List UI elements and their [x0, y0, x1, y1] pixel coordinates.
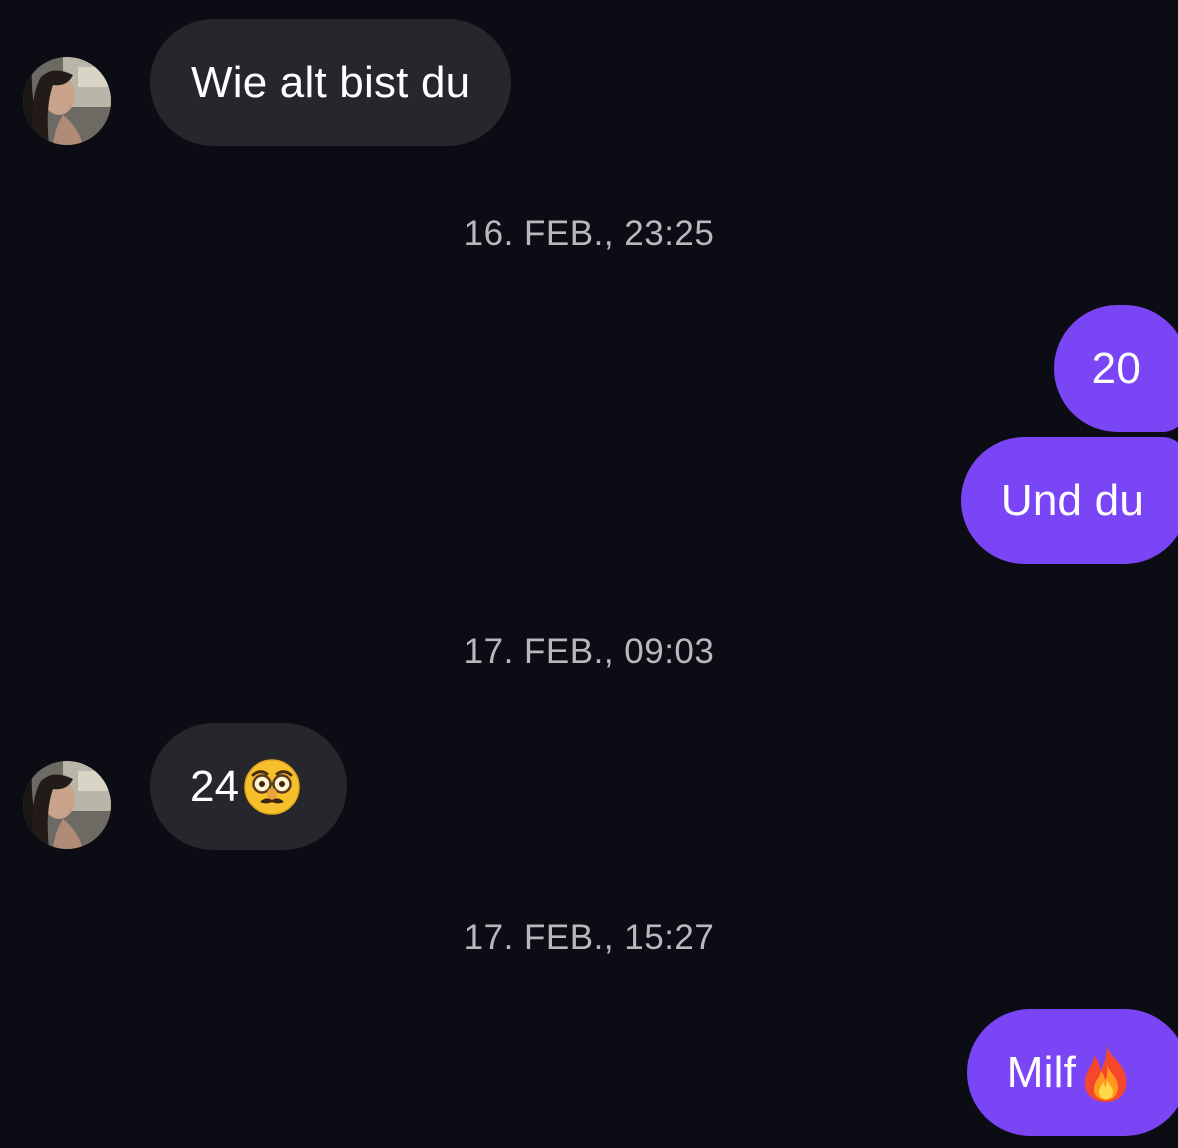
disguised-face-icon: [243, 758, 301, 816]
message-text: Milf: [1006, 1047, 1076, 1097]
contact-avatar[interactable]: [23, 57, 111, 145]
incoming-message-bubble[interactable]: 24: [150, 723, 348, 850]
message-text: 24: [190, 761, 240, 811]
timestamp: 17. FEB., 15:27: [463, 918, 715, 957]
avatar-photo: [23, 57, 111, 145]
outgoing-message-bubble[interactable]: Milf: [966, 1009, 1178, 1136]
message-text: 20: [1091, 343, 1141, 393]
outgoing-message-bubble[interactable]: 20: [1053, 305, 1178, 432]
outgoing-message-bubble[interactable]: Und du: [960, 437, 1178, 564]
message-text: Wie alt bist du: [191, 57, 471, 107]
avatar-photo: [23, 761, 111, 849]
message-text: Und du: [1000, 475, 1144, 525]
incoming-message-bubble[interactable]: Wie alt bist du: [150, 19, 512, 146]
timestamp: 17. FEB., 09:03: [463, 632, 715, 671]
chat-thread: Wie alt bist du 16. FEB., 23:25 20 Und d…: [0, 0, 1178, 1148]
timestamp: 16. FEB., 23:25: [463, 214, 715, 253]
fire-icon: [1078, 1042, 1134, 1104]
contact-avatar[interactable]: [23, 761, 111, 849]
